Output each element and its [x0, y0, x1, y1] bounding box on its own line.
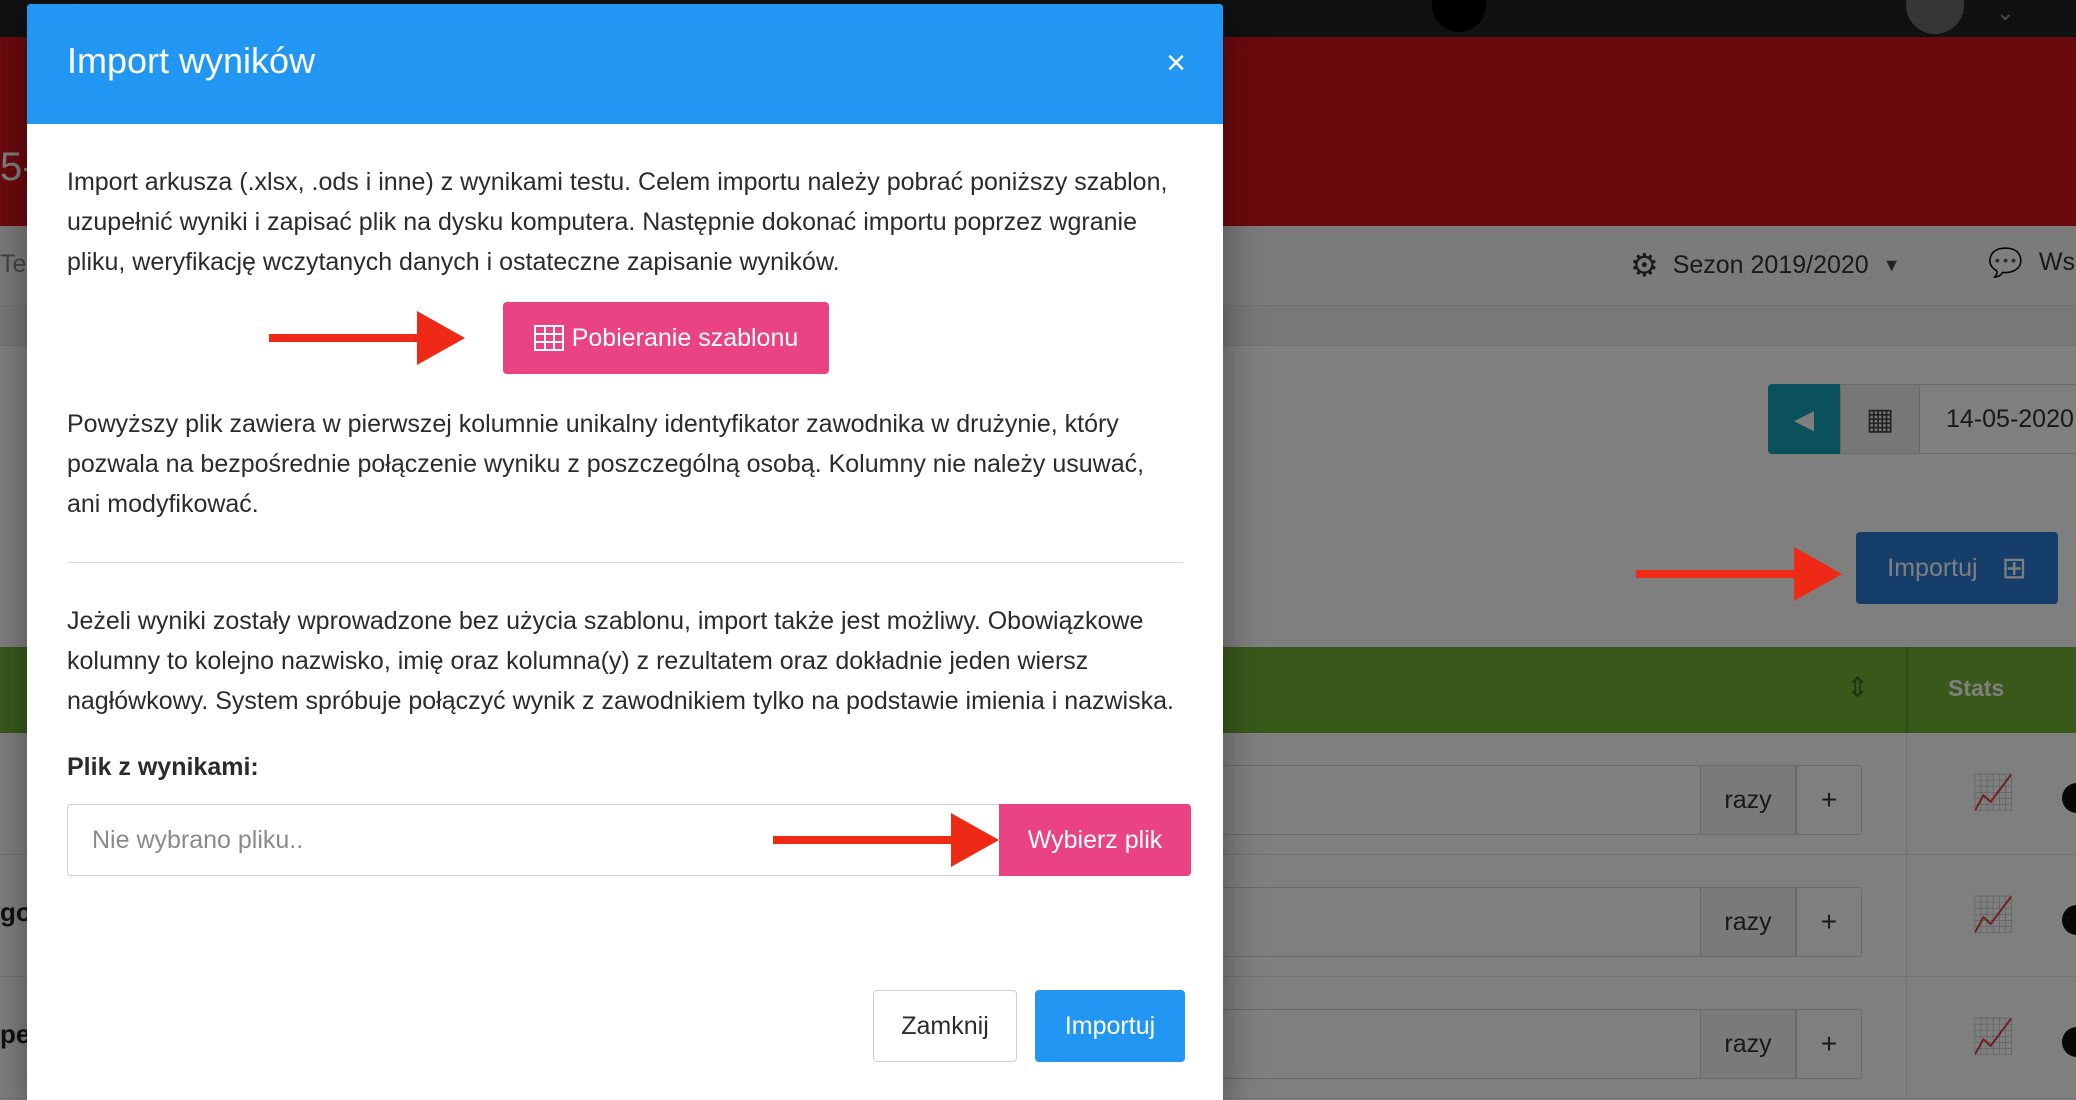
choose-file-button[interactable]: Wybierz plik: [999, 804, 1191, 876]
close-button[interactable]: Zamknij: [873, 990, 1017, 1062]
close-icon[interactable]: ×: [1161, 46, 1191, 80]
download-template-button[interactable]: Pobieranie szablonu: [503, 302, 829, 374]
template-info-text: Powyższy plik zawiera w pierwszej kolumn…: [67, 410, 1145, 518]
table-icon: [533, 325, 564, 351]
no-template-text: Jeżeli wyniki zostały wprowadzone bez uż…: [67, 607, 1174, 715]
file-label: Plik z wynikami:: [67, 753, 259, 781]
annotation-arrow: [773, 813, 999, 867]
intro-text: Import arkusza (.xlsx, .ods i inne) z wy…: [67, 168, 1168, 276]
download-template-label: Pobieranie szablonu: [571, 323, 799, 352]
modal-title: Import wyników: [67, 40, 316, 81]
import-results-modal: Import wyników × Import arkusza (.xlsx, …: [27, 4, 1223, 1100]
divider: [67, 562, 1183, 563]
modal-footer: Zamknij Importuj: [27, 990, 1223, 1062]
modal-header: Import wyników ×: [27, 4, 1223, 124]
download-row: Pobieranie szablonu: [67, 302, 1183, 374]
modal-body: Import arkusza (.xlsx, .ods i inne) z wy…: [27, 124, 1223, 876]
file-picker: Nie wybrano pliku.. Wybierz plik: [67, 804, 1191, 876]
import-button[interactable]: Importuj: [1035, 990, 1185, 1062]
annotation-arrow: [269, 311, 465, 365]
annotation-arrow: [1636, 547, 1842, 601]
